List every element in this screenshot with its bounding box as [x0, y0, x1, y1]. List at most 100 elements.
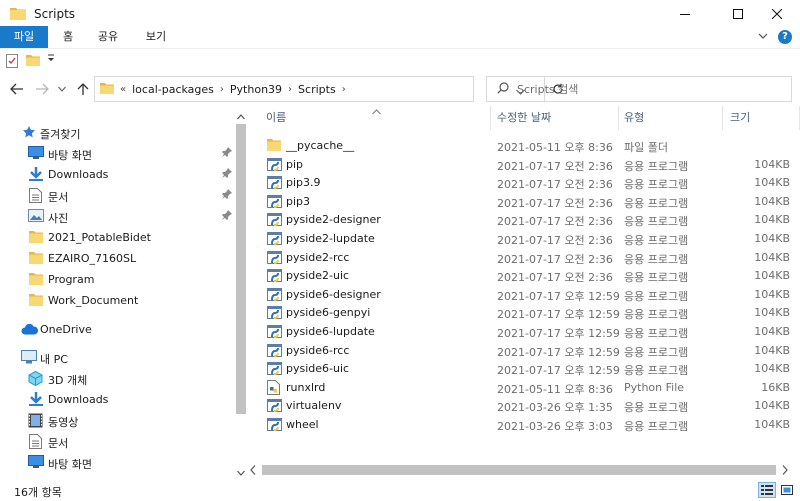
nav-pane-scrollbar[interactable] [234, 108, 248, 480]
column-header-name[interactable]: 이름 [266, 104, 286, 132]
pin-icon[interactable] [222, 210, 232, 223]
breadcrumb-scripts[interactable]: Scripts [298, 83, 336, 96]
file-row[interactable]: runxlrd 2021-05-11 오후 8:36 Python File 16KB [256, 378, 800, 397]
nav-item-documents-pc[interactable]: 문서 [0, 431, 232, 452]
file-date: 2021-07-17 오전 2:36 [497, 234, 613, 247]
column-divider[interactable] [722, 106, 723, 130]
tab-view[interactable]: 보기 [140, 26, 172, 48]
column-header-date[interactable]: 수정한 날짜 [497, 104, 551, 132]
file-row[interactable]: pyside6-uic 2021-07-17 오후 12:59 응용 프로그램 104… [256, 359, 800, 378]
chevron-right-icon[interactable]: › [342, 84, 346, 95]
python-exe-icon [267, 212, 282, 230]
python-file-icon [267, 379, 280, 398]
address-bar[interactable]: « local-packages › Python39 › Scripts › [94, 76, 563, 102]
large-icons-view-button[interactable] [778, 482, 796, 498]
python-exe-icon [267, 157, 282, 175]
nav-item-quick-access[interactable]: 즐겨찾기 [0, 122, 232, 143]
chevron-right-icon[interactable]: › [288, 84, 292, 95]
chevron-down-icon[interactable] [758, 31, 768, 44]
nav-item-desktop-pc[interactable]: 바탕 화면 [0, 452, 232, 473]
tab-file[interactable]: 파일 [0, 26, 48, 48]
nav-item-work-document[interactable]: Work_Document [0, 290, 232, 311]
file-row[interactable]: pyside2-uic 2021-07-17 오전 2:36 응용 프로그램 104K… [256, 266, 800, 285]
nav-item-desktop[interactable]: 바탕 화면 [0, 143, 232, 164]
close-button[interactable] [754, 0, 800, 28]
help-icon[interactable]: ? [778, 30, 792, 44]
scroll-up-icon[interactable] [237, 110, 245, 123]
computer-icon [21, 350, 37, 367]
file-row[interactable]: __pycache__ 2021-05-11 오후 8:36 파일 폴더 [256, 136, 800, 155]
minimize-button[interactable] [662, 0, 708, 28]
nav-item-downloads[interactable]: Downloads [0, 164, 232, 185]
column-divider[interactable] [490, 106, 491, 130]
nav-item-pictures[interactable]: 사진 [0, 206, 232, 227]
nav-item-videos[interactable]: 동영상 [0, 410, 232, 431]
breadcrumb-overflow[interactable]: « [120, 84, 126, 95]
pin-icon[interactable] [222, 168, 232, 181]
recent-locations-button[interactable] [53, 80, 71, 98]
column-header-size[interactable]: 크기 [730, 104, 750, 132]
python-exe-icon [267, 268, 282, 286]
folder-icon [267, 138, 281, 154]
star-icon [22, 125, 36, 142]
scroll-right-icon[interactable] [782, 465, 788, 478]
scrollbar-thumb[interactable] [262, 465, 776, 475]
nav-item-program[interactable]: Program [0, 269, 232, 290]
tab-share[interactable]: 공유 [92, 26, 124, 48]
scroll-left-icon[interactable] [250, 465, 256, 478]
file-row[interactable]: pip 2021-07-17 오전 2:36 응용 프로그램 104KB [256, 155, 800, 174]
breadcrumb-python39[interactable]: Python39 [230, 83, 282, 96]
video-icon [28, 413, 43, 431]
nav-item-onedrive[interactable]: OneDrive [0, 319, 232, 340]
chevron-right-icon[interactable]: › [220, 84, 224, 95]
python-exe-icon [267, 398, 282, 416]
pin-icon[interactable] [222, 147, 232, 160]
file-date: 2021-07-17 오후 12:59 [497, 327, 620, 340]
file-row[interactable]: virtualenv 2021-03-26 오후 1:35 응용 프로그램 104KB [256, 396, 800, 415]
nav-item-downloads-pc[interactable]: Downloads [0, 389, 232, 410]
column-divider[interactable] [618, 106, 619, 130]
up-button[interactable] [74, 80, 92, 98]
details-view-button[interactable] [758, 482, 776, 498]
details-view-icon [761, 485, 773, 495]
column-header-type[interactable]: 유형 [624, 104, 644, 132]
file-list-horizontal-scrollbar[interactable] [248, 462, 800, 478]
search-box[interactable]: Scripts 검색 [486, 76, 792, 102]
file-type: 응용 프로그램 [624, 159, 689, 173]
nav-item-3d-objects[interactable]: 3D 개체 [0, 368, 232, 389]
nav-item-ezairo-7160sl[interactable]: EZAIRO_7160SL [0, 248, 232, 269]
file-row[interactable]: pip3 2021-07-17 오전 2:36 응용 프로그램 104KB [256, 192, 800, 211]
file-row[interactable]: wheel 2021-03-26 오후 3:03 응용 프로그램 104KB [256, 415, 800, 434]
back-button[interactable] [8, 80, 26, 98]
properties-icon[interactable] [6, 54, 18, 71]
pin-icon[interactable] [222, 189, 232, 202]
customize-toolbar-icon[interactable] [47, 53, 55, 66]
file-row[interactable]: pyside2-lupdate 2021-07-17 오전 2:36 응용 프로그램… [256, 229, 800, 248]
file-name: pyside2-uic [286, 269, 350, 283]
file-row[interactable]: pyside6-lupdate 2021-07-17 오후 12:59 응용 프로그… [256, 322, 800, 341]
python-exe-icon [267, 231, 282, 249]
nav-item-this-pc[interactable]: 내 PC [0, 347, 232, 368]
file-size: 104KB [754, 306, 790, 320]
file-row[interactable]: pyside2-rcc 2021-07-17 오전 2:36 응용 프로그램 104K… [256, 248, 800, 267]
file-row[interactable]: pyside6-genpyi 2021-07-17 오후 12:59 응용 프로그램… [256, 303, 800, 322]
file-size: 104KB [754, 250, 790, 264]
file-date: 2021-07-17 오전 2:36 [497, 252, 613, 266]
scrollbar-thumb[interactable] [236, 124, 246, 414]
file-name: runxlrd [286, 380, 326, 394]
file-name: pyside6-rcc [286, 343, 350, 357]
file-row[interactable]: pyside6-designer 2021-07-17 오후 12:59 응용 프로… [256, 285, 800, 304]
python-exe-icon [267, 324, 282, 342]
file-row[interactable]: pip3.9 2021-07-17 오전 2:36 응용 프로그램 104KB [256, 173, 800, 192]
new-folder-icon[interactable] [26, 54, 40, 69]
nav-item-2021-potablebidet[interactable]: 2021_PotableBidet [0, 227, 232, 248]
nav-item-documents[interactable]: 문서 [0, 185, 232, 206]
tab-home[interactable]: 홈 [56, 26, 80, 48]
breadcrumb-local-packages[interactable]: local-packages [132, 83, 214, 96]
file-row[interactable]: pyside6-rcc 2021-07-17 오후 12:59 응용 프로그램 104… [256, 341, 800, 360]
python-exe-icon [267, 343, 282, 361]
forward-button[interactable] [33, 80, 51, 98]
file-row[interactable]: pyside2-designer 2021-07-17 오전 2:36 응용 프로그… [256, 210, 800, 229]
scroll-down-icon[interactable] [237, 466, 245, 479]
file-size: 16KB [761, 380, 790, 394]
